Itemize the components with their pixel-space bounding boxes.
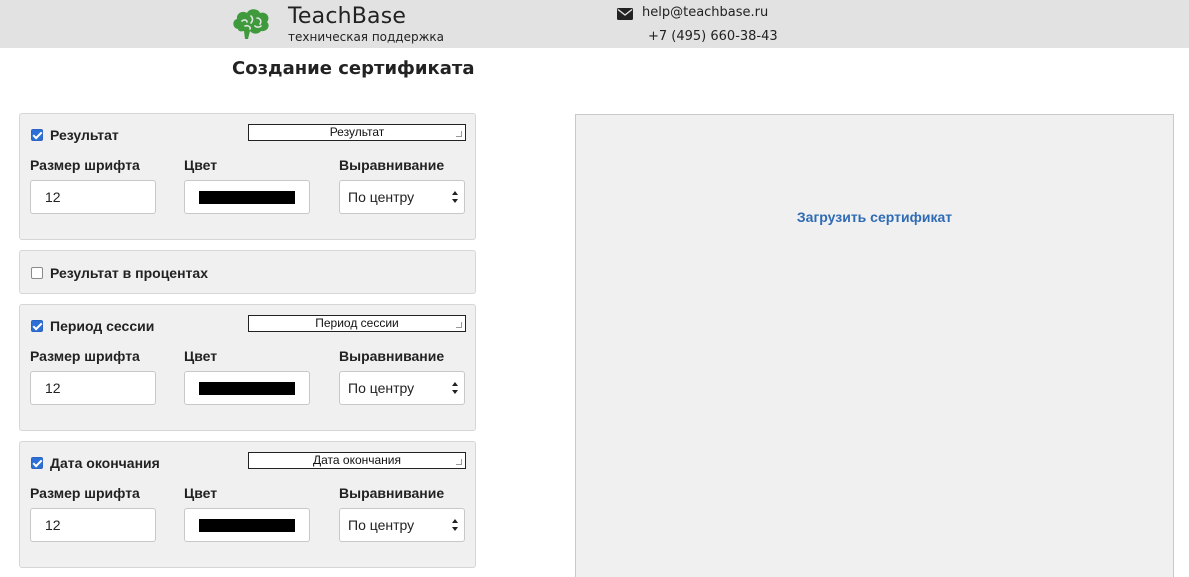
font-size-input[interactable]: 12 xyxy=(30,371,156,405)
color-swatch xyxy=(199,519,295,532)
field-panel-result-percent: Результат в процентах xyxy=(19,250,476,294)
color-label: Цвет xyxy=(184,348,218,364)
end-date-checkbox[interactable] xyxy=(31,457,43,469)
page-title: Создание сертификата xyxy=(232,58,475,79)
color-label: Цвет xyxy=(184,485,218,501)
align-label: Выравнивание xyxy=(339,348,445,364)
color-picker[interactable] xyxy=(184,508,310,542)
align-label: Выравнивание xyxy=(339,157,445,173)
align-select[interactable]: По центру xyxy=(339,508,465,542)
align-select-value: По центру xyxy=(348,380,415,396)
font-size-input[interactable]: 12 xyxy=(30,508,156,542)
text-preview-box[interactable]: Дата окончания xyxy=(248,452,466,469)
select-arrows-icon xyxy=(452,191,458,203)
certificate-upload-area[interactable]: Загрузить сертификат xyxy=(575,114,1174,577)
font-size-label: Размер шрифта xyxy=(30,157,140,173)
font-size-label: Размер шрифта xyxy=(30,485,140,501)
top-bar: TeachBase техническая поддержка help@tea… xyxy=(0,0,1189,48)
color-picker[interactable] xyxy=(184,180,310,214)
brand-subtitle: техническая поддержка xyxy=(288,30,445,44)
support-phone: +7 (495) 660-38-43 xyxy=(648,29,778,44)
text-preview-box[interactable]: Результат xyxy=(248,124,466,141)
panel-title: Период сессии xyxy=(50,318,155,334)
field-panel-session-period: Период сессии Период сессии Размер шрифт… xyxy=(19,304,476,431)
panel-title: Результат xyxy=(50,127,119,143)
text-preview-box[interactable]: Период сессии xyxy=(248,315,466,332)
select-arrows-icon xyxy=(452,519,458,531)
font-size-label: Размер шрифта xyxy=(30,348,140,364)
align-select-value: По центру xyxy=(348,189,415,205)
align-select[interactable]: По центру xyxy=(339,180,465,214)
brain-icon[interactable] xyxy=(230,7,272,41)
panel-title: Результат в процентах xyxy=(50,265,208,281)
select-arrows-icon xyxy=(452,382,458,394)
field-panel-end-date: Дата окончания Дата окончания Размер шри… xyxy=(19,441,476,568)
align-select[interactable]: По центру xyxy=(339,371,465,405)
upload-certificate-link[interactable]: Загрузить сертификат xyxy=(576,209,1173,225)
color-swatch xyxy=(199,382,295,395)
panel-title: Дата окончания xyxy=(50,455,160,471)
envelope-icon xyxy=(617,8,633,20)
color-label: Цвет xyxy=(184,157,218,173)
session-period-checkbox[interactable] xyxy=(31,320,43,332)
result-percent-checkbox[interactable] xyxy=(31,267,43,279)
result-checkbox[interactable] xyxy=(31,129,43,141)
color-swatch xyxy=(199,191,295,204)
field-panel-result: Результат Результат Размер шрифта Цвет В… xyxy=(19,113,476,240)
color-picker[interactable] xyxy=(184,371,310,405)
align-label: Выравнивание xyxy=(339,485,445,501)
support-email[interactable]: help@teachbase.ru xyxy=(642,5,768,20)
font-size-input[interactable]: 12 xyxy=(30,180,156,214)
align-select-value: По центру xyxy=(348,517,415,533)
brand-name[interactable]: TeachBase xyxy=(288,4,406,29)
